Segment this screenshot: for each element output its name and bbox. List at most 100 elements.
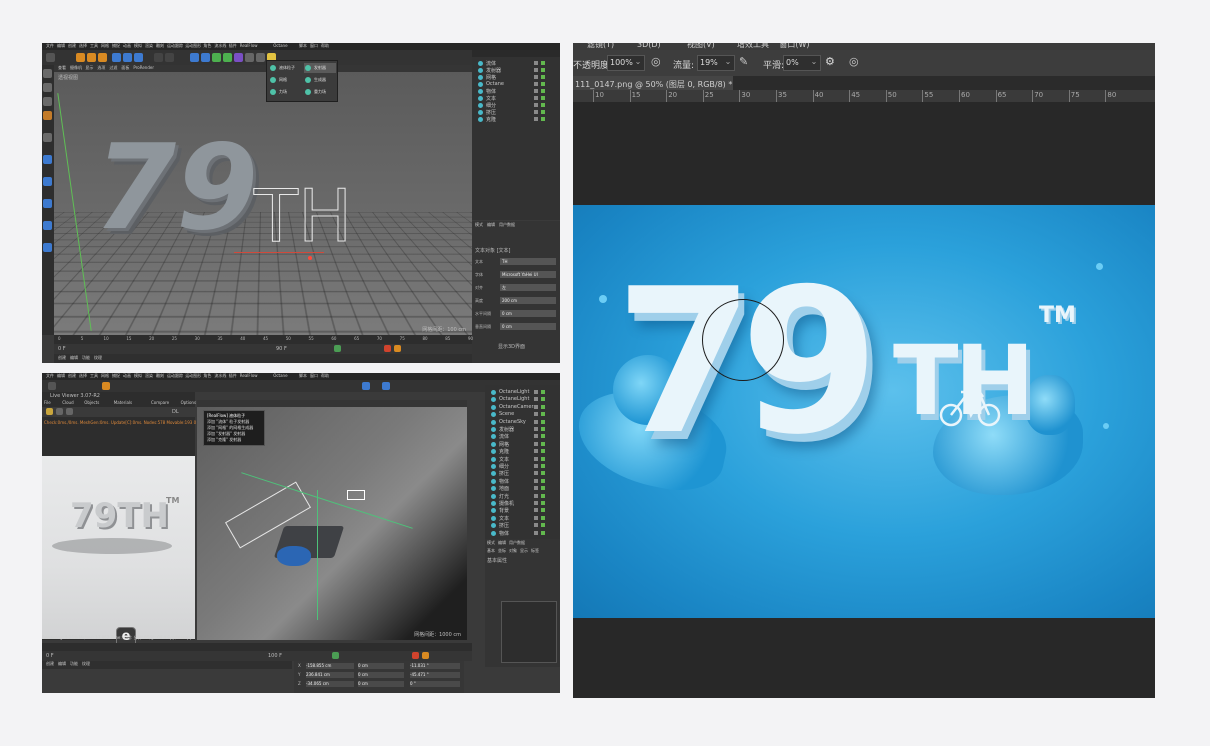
enable-toggle[interactable] <box>541 449 545 454</box>
perspective-viewport[interactable]: 透视视图 79 TH 网格间距：100 cm <box>54 72 472 335</box>
enable-toggle[interactable] <box>541 471 545 476</box>
popup-item-2[interactable]: 网格 <box>269 75 301 85</box>
menu-item-17[interactable]: Octane <box>273 43 287 49</box>
attr-tab-2[interactable]: 用户数据 <box>499 222 515 228</box>
attr-field-input[interactable]: 200 cm <box>500 297 556 304</box>
visibility-toggle[interactable] <box>534 434 538 439</box>
enable-toggle[interactable] <box>541 390 545 394</box>
attr-checkbox-label[interactable]: 显示3D界面 <box>498 343 525 350</box>
menu-item-19[interactable]: 窗口 <box>310 43 318 49</box>
object-row[interactable]: 文本 <box>485 456 560 463</box>
camera-icon[interactable] <box>256 53 265 62</box>
attr-field-input[interactable]: 0 cm <box>500 310 556 317</box>
material-menu-item-3[interactable]: 纹理 <box>94 355 102 361</box>
menu-item-14[interactable]: 流水线 <box>214 43 226 49</box>
coord-rotation-field[interactable]: 0 ° <box>410 681 460 687</box>
attr-subtab-0[interactable]: 基本 <box>487 548 495 554</box>
menu-item-3[interactable]: 选择 <box>79 373 87 379</box>
enable-toggle[interactable] <box>541 412 545 417</box>
menu-item-16[interactable]: RealFlow <box>240 373 258 379</box>
visibility-toggle[interactable] <box>534 404 538 409</box>
attr-subtab-2[interactable]: 对象 <box>509 548 517 554</box>
menu-item-20[interactable]: 帮助 <box>321 43 329 49</box>
lock-icon[interactable] <box>43 221 52 230</box>
object-row[interactable]: 网格 <box>472 74 560 81</box>
point-mode-icon[interactable] <box>43 97 52 106</box>
visibility-toggle[interactable] <box>534 456 538 461</box>
menu-item-14[interactable]: 流水线 <box>214 373 226 379</box>
model-th-outline[interactable]: TH <box>253 180 352 253</box>
visibility-toggle[interactable] <box>534 464 538 468</box>
play-icon[interactable] <box>46 408 53 415</box>
menu-item-19[interactable]: 窗口 <box>310 373 318 379</box>
object-row[interactable]: 挤压 <box>472 109 560 116</box>
enable-toggle[interactable] <box>541 515 545 520</box>
popup-item-1[interactable]: 发射器 <box>304 63 336 73</box>
menu-item-12[interactable]: 运动图形 <box>185 373 201 379</box>
enable-toggle[interactable] <box>541 61 545 65</box>
menu-item-4[interactable]: 工具 <box>90 43 98 49</box>
enable-toggle[interactable] <box>541 456 545 461</box>
material-menu-item-2[interactable]: 功能 <box>70 661 78 667</box>
model-79[interactable]: 79 <box>94 128 258 246</box>
object-row[interactable]: 物体 <box>472 88 560 95</box>
object-row[interactable]: 流体 <box>472 60 560 67</box>
timeline[interactable]: 0 5 10 15 20 25 30 35 40 45 50 55 60 65 70 75 80 85 90 <box>54 335 473 344</box>
enable-toggle[interactable] <box>541 89 545 93</box>
object-row[interactable]: 地面 <box>485 485 560 492</box>
enable-toggle[interactable] <box>541 397 545 402</box>
live-viewer-menu-item-5[interactable]: Options <box>181 400 196 406</box>
pen-icon[interactable] <box>201 53 210 62</box>
object-row[interactable]: 物体 <box>485 530 560 537</box>
menu-item-15[interactable]: 插件 <box>229 373 237 379</box>
coord-size-field[interactable]: 0 cm <box>358 681 404 687</box>
visibility-toggle[interactable] <box>534 478 538 483</box>
live-viewer-menu-item-3[interactable]: Materials <box>114 400 132 406</box>
menu-item-0[interactable]: 文件 <box>46 43 54 49</box>
visibility-toggle[interactable] <box>534 449 538 454</box>
coord-rotation-field[interactable]: -45.471 ° <box>410 672 460 678</box>
light-gizmo[interactable] <box>347 490 365 500</box>
octane-icon[interactable] <box>382 382 390 390</box>
visibility-toggle[interactable] <box>534 397 538 402</box>
enable-toggle[interactable] <box>541 404 545 409</box>
attr-tab-1[interactable]: 编辑 <box>498 540 506 546</box>
document-tab[interactable]: 111_0147.png @ 50% (图层 0, RGB/8) * <box>573 76 733 90</box>
ps-menu-item-0[interactable]: 滤镜(T) <box>587 43 614 50</box>
enable-toggle[interactable] <box>541 68 545 72</box>
paint-icon[interactable] <box>43 199 52 208</box>
menu-item-18[interactable]: 脚本 <box>299 373 307 379</box>
object-row[interactable]: 挤压 <box>485 470 560 477</box>
object-row[interactable]: 背景 <box>485 507 560 514</box>
smooth-dropdown[interactable]: ⌄ <box>809 55 819 69</box>
popup-item-0[interactable]: 液体粒子 <box>269 63 301 73</box>
pressure-size-icon[interactable]: ◎ <box>849 55 859 68</box>
menu-item-6[interactable]: 捕捉 <box>112 43 120 49</box>
record-icon[interactable] <box>384 345 391 352</box>
coord-position-field[interactable]: -34.065 cm <box>306 681 354 687</box>
texture-mode-icon[interactable] <box>43 111 52 120</box>
live-viewer-menu-item-0[interactable]: File <box>44 400 51 406</box>
visibility-toggle[interactable] <box>534 75 538 79</box>
key-icon[interactable] <box>422 652 429 659</box>
object-row[interactable]: OctaneSky <box>485 419 560 426</box>
menu-item-7[interactable]: 动画 <box>123 43 131 49</box>
visibility-toggle[interactable] <box>534 68 538 72</box>
visibility-toggle[interactable] <box>534 412 538 417</box>
enable-toggle[interactable] <box>541 530 545 535</box>
menu-item-1[interactable]: 编辑 <box>57 43 65 49</box>
menu-item-5[interactable]: 网格 <box>101 373 109 379</box>
coord-size-field[interactable]: 0 cm <box>358 663 404 669</box>
menu-item-8[interactable]: 模拟 <box>134 43 142 49</box>
menu-item-1[interactable]: 编辑 <box>57 373 65 379</box>
material-menu-item-0[interactable]: 创建 <box>46 661 54 667</box>
visibility-toggle[interactable] <box>534 82 538 86</box>
object-row[interactable]: 挤压 <box>485 522 560 529</box>
enable-toggle[interactable] <box>541 117 545 121</box>
visibility-toggle[interactable] <box>534 486 538 491</box>
menu-item-5[interactable]: 网格 <box>101 43 109 49</box>
view-menu-item-2[interactable]: 显示 <box>85 65 93 71</box>
view-menu-item-1[interactable]: 摄像机 <box>70 65 82 71</box>
pressure-opacity-icon[interactable]: ◎ <box>651 55 661 68</box>
menu-item-8[interactable]: 模拟 <box>134 373 142 379</box>
